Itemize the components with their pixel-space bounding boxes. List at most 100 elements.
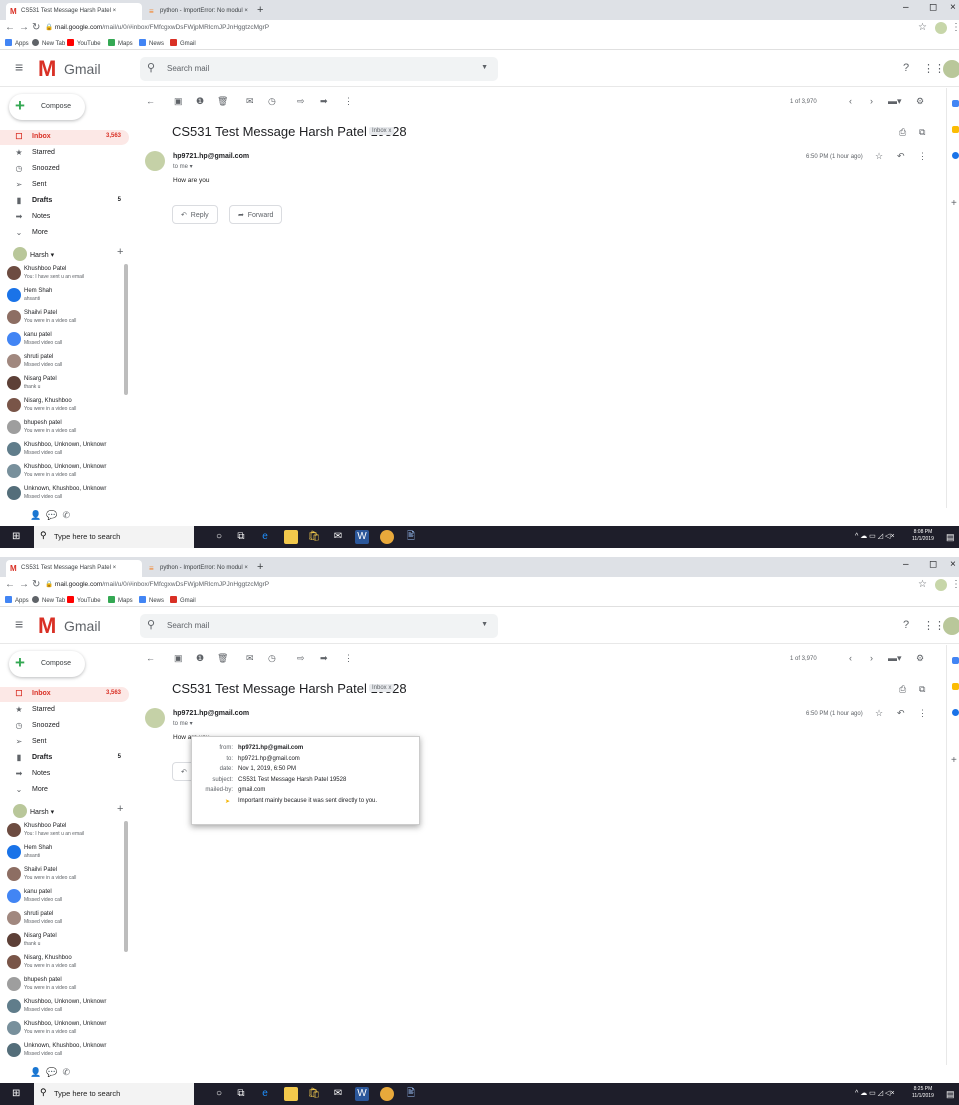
- back-icon[interactable]: ←: [5, 579, 15, 590]
- recipient-details-toggle[interactable]: to me ▾: [173, 163, 193, 170]
- cortana-icon[interactable]: ○: [212, 530, 226, 544]
- word-icon[interactable]: W: [355, 1087, 369, 1101]
- contact-item[interactable]: bhupesh patel You were in a video call: [0, 975, 124, 997]
- tab-stackoverflow[interactable]: ≡ python - ImportError: No modul ×: [145, 3, 253, 20]
- notifications-icon[interactable]: ▤: [946, 1089, 955, 1100]
- inbox-label-chip[interactable]: Inbox x: [369, 127, 395, 135]
- reply-button[interactable]: ↶ Reply: [172, 205, 218, 224]
- new-conversation-icon[interactable]: +: [117, 246, 123, 258]
- account-avatar[interactable]: [943, 617, 959, 635]
- sidebar-item-notes[interactable]: ➡ Notes: [0, 210, 129, 225]
- windows-start-icon[interactable]: ⊞: [12, 1088, 20, 1099]
- account-avatar[interactable]: [943, 60, 959, 78]
- chrome-taskbar-icon[interactable]: [380, 530, 394, 544]
- sidebar-item-starred[interactable]: ★ Starred: [0, 146, 129, 161]
- star-message-icon[interactable]: ☆: [875, 708, 883, 719]
- forward-button[interactable]: ➦ Forward: [229, 205, 283, 224]
- edge-icon[interactable]: e: [258, 530, 272, 544]
- store-icon[interactable]: 🛍: [307, 1087, 321, 1101]
- minimize-button[interactable]: –: [903, 559, 909, 570]
- bookmark-news[interactable]: News: [139, 596, 164, 604]
- sidebar-item-more[interactable]: ⌄ More: [0, 226, 129, 241]
- keep-icon[interactable]: [952, 683, 959, 690]
- move-to-icon[interactable]: ⇨: [297, 653, 305, 664]
- bookmark-star-icon[interactable]: ☆: [918, 22, 927, 33]
- contact-item[interactable]: kanu patel Missed video call: [0, 887, 124, 909]
- sidebar-item-drafts[interactable]: ▮ Drafts 5: [0, 194, 129, 209]
- contact-item[interactable]: Shailvi Patel You were in a video call: [0, 865, 124, 887]
- taskbar-clock[interactable]: 8:08 PM 11/1/2019: [912, 529, 934, 543]
- snooze-icon[interactable]: ◷: [268, 96, 276, 107]
- new-window-icon[interactable]: ⧉: [919, 684, 925, 695]
- message-more-icon[interactable]: ⋮: [918, 151, 927, 162]
- cortana-icon[interactable]: ○: [212, 1087, 226, 1101]
- taskbar-clock[interactable]: 8:25 PM 11/1/2019: [912, 1086, 934, 1100]
- contact-item[interactable]: Khushboo, Unknown, Unknowr Missed video c…: [0, 440, 124, 462]
- store-icon[interactable]: 🛍: [307, 530, 321, 544]
- window-close-button[interactable]: ×: [950, 2, 956, 13]
- minimize-button[interactable]: –: [903, 2, 909, 13]
- system-tray[interactable]: ^ ☁ ▭ ◿ ◁×: [855, 1089, 895, 1097]
- calendar-icon[interactable]: [952, 100, 959, 107]
- system-tray[interactable]: ^ ☁ ▭ ◿ ◁×: [855, 532, 895, 540]
- settings-gear-icon[interactable]: ⚙: [916, 653, 924, 664]
- contact-item[interactable]: Shailvi Patel You were in a video call: [0, 308, 124, 330]
- input-tools-icon[interactable]: ▬▾: [888, 96, 902, 107]
- mail-icon[interactable]: ✉: [331, 530, 345, 544]
- forward-icon[interactable]: →: [19, 22, 29, 33]
- apps-icon[interactable]: ⋮⋮: [923, 619, 945, 632]
- contacts-scrollbar[interactable]: [124, 264, 128, 395]
- calendar-icon[interactable]: [952, 657, 959, 664]
- bookmark-gmail[interactable]: Gmail: [170, 596, 196, 604]
- archive-icon[interactable]: ▣: [174, 653, 183, 664]
- bookmark-maps[interactable]: Maps: [108, 39, 133, 47]
- chrome-taskbar-icon[interactable]: [380, 1087, 394, 1101]
- contact-item[interactable]: Khushboo, Unknown, Unknowr Missed video c…: [0, 997, 124, 1019]
- print-icon[interactable]: ⎙: [899, 684, 906, 695]
- contacts-scrollbar[interactable]: [124, 821, 128, 952]
- contact-item[interactable]: Nisarg Patel thank u: [0, 931, 124, 953]
- person-icon[interactable]: 👤: [30, 1067, 41, 1077]
- contact-item[interactable]: Nisarg, Khushboo You were in a video call: [0, 953, 124, 975]
- hangouts-user[interactable]: Harsh ▾: [13, 804, 54, 818]
- forward-icon[interactable]: →: [19, 579, 29, 590]
- contact-item[interactable]: bhupesh patel You were in a video call: [0, 418, 124, 440]
- inbox-label-chip[interactable]: Inbox x: [369, 684, 395, 692]
- restore-button[interactable]: ◻: [929, 2, 937, 13]
- mark-unread-icon[interactable]: ✉: [246, 653, 254, 664]
- reload-icon[interactable]: ↻: [32, 579, 40, 590]
- reply-icon[interactable]: ↶: [897, 151, 905, 162]
- person-icon[interactable]: 👤: [30, 510, 41, 520]
- archive-icon[interactable]: ▣: [174, 96, 183, 107]
- delete-icon[interactable]: 🗑: [217, 96, 228, 107]
- contact-item[interactable]: Khushboo Patel You: I have sent u an emai…: [0, 821, 124, 843]
- window-close-button[interactable]: ×: [950, 559, 956, 570]
- phone-icon[interactable]: ✆: [62, 510, 70, 520]
- reload-icon[interactable]: ↻: [32, 22, 40, 33]
- bookmark-youtube[interactable]: YouTube: [67, 596, 101, 604]
- new-tab-button[interactable]: +: [257, 561, 263, 573]
- task-view-icon[interactable]: ⧉: [234, 1087, 248, 1101]
- bookmark-newtab[interactable]: New Tab: [32, 596, 65, 604]
- search-icon[interactable]: ⚲: [147, 61, 155, 74]
- extension-avatar-icon[interactable]: [935, 579, 947, 591]
- contact-item[interactable]: kanu patel Missed video call: [0, 330, 124, 352]
- bookmark-news[interactable]: News: [139, 39, 164, 47]
- contact-item[interactable]: Khushboo Patel You: I have sent u an emai…: [0, 264, 124, 286]
- chat-icon[interactable]: 💬: [46, 1067, 57, 1077]
- browser-menu-icon[interactable]: ⋮: [951, 579, 959, 590]
- older-icon[interactable]: ›: [870, 653, 873, 663]
- bookmark-maps[interactable]: Maps: [108, 596, 133, 604]
- sidebar-item-drafts[interactable]: ▮ Drafts 5: [0, 751, 129, 766]
- back-icon[interactable]: ←: [5, 22, 15, 33]
- message-more-icon[interactable]: ⋮: [918, 708, 927, 719]
- labels-icon[interactable]: ➡: [320, 96, 328, 107]
- task-view-icon[interactable]: ⧉: [234, 530, 248, 544]
- sidebar-item-sent[interactable]: ➢ Sent: [0, 178, 129, 193]
- sidebar-item-notes[interactable]: ➡ Notes: [0, 767, 129, 782]
- search-options-icon[interactable]: ▼: [481, 621, 488, 628]
- contact-item[interactable]: Nisarg Patel thank u: [0, 374, 124, 396]
- extension-avatar-icon[interactable]: [935, 22, 947, 34]
- mark-unread-icon[interactable]: ✉: [246, 96, 254, 107]
- new-window-icon[interactable]: ⧉: [919, 127, 925, 138]
